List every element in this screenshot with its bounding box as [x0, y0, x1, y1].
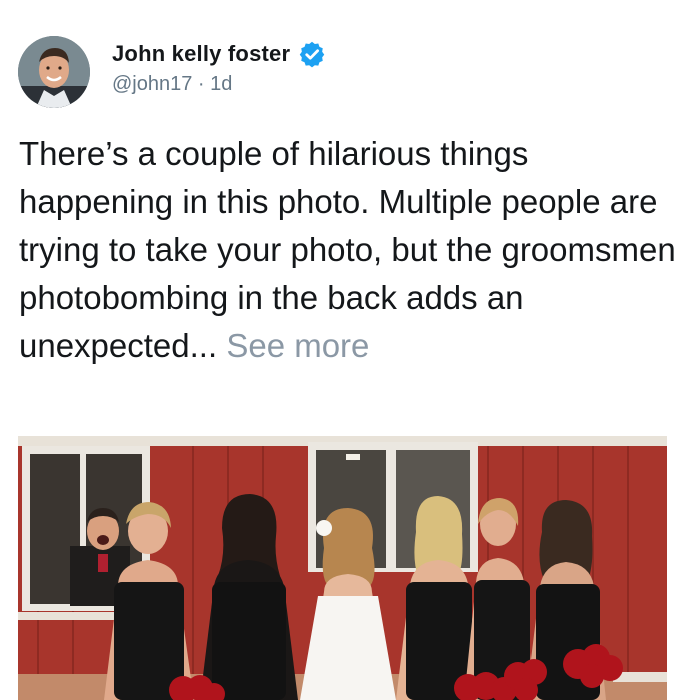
- meta-separator: ·: [192, 73, 211, 95]
- author-handle[interactable]: @john17: [112, 73, 192, 95]
- author-display-name[interactable]: John kelly foster: [112, 41, 290, 67]
- wedding-photo-image: [18, 436, 667, 700]
- avatar-image: [18, 36, 90, 108]
- tweet-timestamp[interactable]: 1d: [210, 73, 232, 95]
- verified-badge-icon: [298, 40, 326, 68]
- author-meta: @john17 · 1d: [112, 73, 232, 96]
- tweet-photo[interactable]: [18, 436, 667, 700]
- author-name-row[interactable]: John kelly foster: [112, 40, 326, 68]
- tweet-card: John kelly foster @john17 · 1d There’s a…: [0, 0, 700, 700]
- see-more-link[interactable]: See more: [226, 327, 369, 364]
- tweet-text: There’s a couple of hilarious things hap…: [19, 130, 684, 370]
- avatar[interactable]: [18, 36, 90, 108]
